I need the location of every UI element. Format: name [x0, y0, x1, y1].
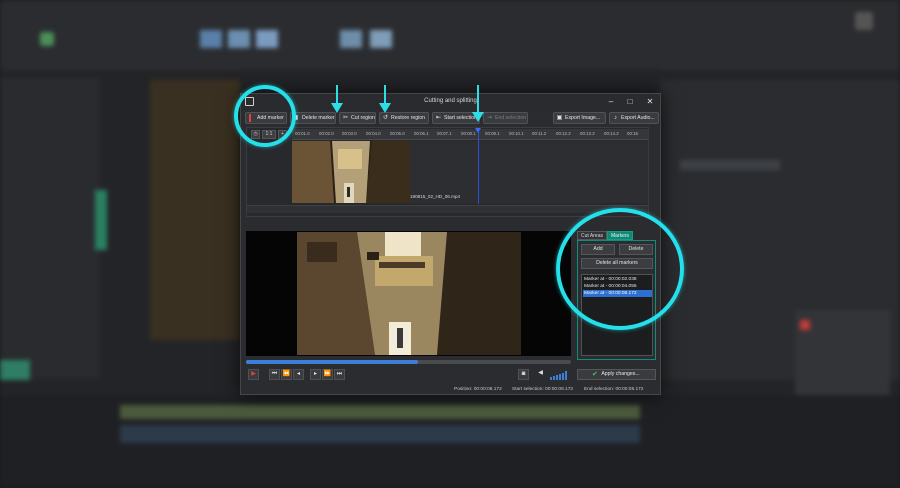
scissors-icon: ✂ — [342, 115, 349, 121]
step-forward-icon[interactable]: ⏩ — [322, 369, 333, 380]
seek-bar[interactable] — [246, 360, 571, 364]
go-to-start-icon[interactable]: ⏮ — [269, 369, 280, 380]
ruler-tick-label: 00:15 — [627, 131, 638, 136]
snapshot-icon[interactable]: ◙ — [518, 369, 529, 380]
checkmark-icon: ✔ — [592, 371, 598, 378]
cut-region-button[interactable]: ✂ Cut region — [339, 112, 376, 124]
ruler-tick-label: 00:04.0 — [366, 131, 381, 136]
go-to-end-icon[interactable]: ⏭ — [334, 369, 345, 380]
ruler-tick-label: 00:03.0 — [342, 131, 357, 136]
apply-changes-button[interactable]: ✔ Apply changes... — [577, 369, 656, 380]
ruler-tick-label: 00:06.1 — [414, 131, 429, 136]
export-audio-button[interactable]: ♪ Export Audio... — [609, 112, 659, 124]
timeline-scrollbar[interactable] — [247, 205, 648, 213]
dialog-toolbar: Add marker ▮ Delete marker ✂ Cut region … — [244, 112, 659, 125]
highlight-circle-markers-panel — [556, 208, 684, 330]
volume-icon[interactable]: ◀ — [535, 369, 546, 380]
clip-filename: 190815_02_HD_06.mp4 — [410, 194, 461, 199]
maximize-icon[interactable]: □ — [624, 96, 636, 107]
ruler-tick-label: 00:01.0 — [295, 131, 310, 136]
ruler-tick-label: 00:11.2 — [532, 131, 547, 136]
close-icon[interactable]: ✕ — [644, 96, 656, 107]
ruler-tick-label: 00:12.2 — [556, 131, 571, 136]
play-icon[interactable]: ▸ — [310, 369, 321, 380]
export-image-button[interactable]: ▣ Export Image... — [553, 112, 606, 124]
status-bar: Position: 00:00:08.172 Start selection: … — [241, 385, 660, 394]
end-selection-button[interactable]: ⇥ End selection — [483, 112, 528, 124]
video-clip-thumbnail[interactable] — [292, 141, 410, 203]
restore-region-label: Restore region — [391, 115, 426, 121]
transport-controls: ▶ ⏮ ⏪ ◂ ▸ ⏩ ⏭ ◙ ◀ — [248, 369, 568, 381]
previous-frame-icon[interactable]: ◂ — [293, 369, 304, 380]
ruler-tick-label: 00:02.0 — [319, 131, 334, 136]
export-audio-label: Export Audio... — [621, 115, 655, 121]
ruler-tick-label: 00:13.2 — [580, 131, 595, 136]
timeline-ruler[interactable]: 00:01.0 00:02.0 00:03.0 00:04.0 00:05.0 00:06… — [292, 129, 648, 140]
dialog-titlebar: Cutting and splitting – □ ✕ — [241, 94, 660, 110]
seek-progress — [246, 360, 419, 364]
ruler-tick-label: 00:05.0 — [390, 131, 405, 136]
delete-marker-button[interactable]: ▮ Delete marker — [290, 112, 336, 124]
status-position: Position: 00:00:08.172 — [454, 387, 502, 392]
minimize-icon[interactable]: – — [605, 96, 617, 107]
audio-icon: ♪ — [614, 115, 617, 121]
screenshot-stage: { "dialog": { "title": "Cutting and spli… — [0, 0, 900, 488]
export-image-label: Export Image... — [565, 115, 601, 121]
volume-slider[interactable] — [550, 370, 570, 380]
preview-frame — [297, 232, 521, 355]
ruler-tick-label: 00:10.1 — [509, 131, 524, 136]
end-selection-icon: ⇥ — [486, 115, 493, 121]
status-start-selection: Start selection: 00:00:08.172 — [512, 387, 574, 392]
timeline-area[interactable]: ◷ 1:1 + 00:01.0 00:02.0 00:03.0 00:04.0 00:0… — [246, 127, 649, 217]
timeline-playhead[interactable] — [478, 128, 479, 204]
video-preview — [246, 231, 571, 356]
highlight-circle-add-marker — [234, 85, 296, 147]
step-back-icon[interactable]: ⏪ — [281, 369, 292, 380]
ruler-tick-label: 00:08.1 — [461, 131, 476, 136]
status-end-selection: End selection: 00:00:08.172 — [584, 387, 644, 392]
ruler-tick-label: 00:07.1 — [437, 131, 452, 136]
restore-icon: ↺ — [382, 115, 389, 121]
delete-marker-label: Delete marker — [302, 115, 335, 121]
preview-video-image — [297, 232, 521, 355]
dialog-title: Cutting and splitting — [424, 98, 477, 104]
ruler-tick-label: 00:14.2 — [604, 131, 619, 136]
cut-region-label: Cut region — [351, 115, 375, 121]
apply-changes-label: Apply changes... — [601, 371, 640, 377]
clip-thumbnail-image — [292, 141, 410, 203]
start-selection-icon: ⇤ — [435, 115, 442, 121]
ruler-tick-label: 00:09.1 — [485, 131, 500, 136]
image-icon: ▣ — [556, 115, 563, 121]
record-marker-icon[interactable]: ▶ — [248, 369, 259, 380]
restore-region-button[interactable]: ↺ Restore region — [379, 112, 429, 124]
playhead-handle-icon[interactable] — [475, 128, 481, 133]
end-selection-label: End selection — [495, 115, 527, 121]
